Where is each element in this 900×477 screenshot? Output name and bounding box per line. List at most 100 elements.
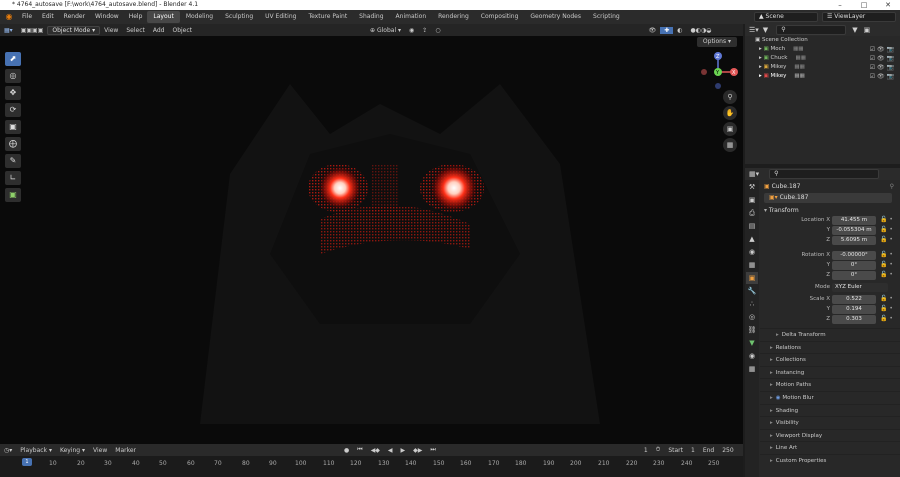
panel-delta-transform[interactable]: ▸ Delta Transform bbox=[760, 328, 900, 341]
material-tab-icon[interactable]: ◉ bbox=[746, 350, 758, 362]
world-tab-icon[interactable]: ◉ bbox=[746, 246, 758, 258]
clock-icon[interactable]: ◷▾ bbox=[0, 447, 16, 454]
menu-playback[interactable]: Playback ▾ bbox=[16, 447, 56, 454]
outliner-editor-icon[interactable]: ☰▾ bbox=[749, 26, 759, 34]
output-tab-icon[interactable]: ⎙ bbox=[746, 207, 758, 219]
outliner-search-input[interactable]: ⚲ bbox=[776, 25, 847, 35]
blender-logo-icon[interactable]: ◉ bbox=[3, 11, 15, 23]
current-frame-field[interactable]: 1 bbox=[640, 447, 652, 454]
menu-marker[interactable]: Marker bbox=[111, 447, 140, 454]
render-tab-icon[interactable]: ▣ bbox=[746, 194, 758, 206]
lock-icon[interactable]: 🔓 • bbox=[880, 226, 893, 233]
cursor-tool-icon[interactable]: ◎ bbox=[5, 69, 21, 83]
record-icon[interactable]: ● bbox=[340, 447, 353, 454]
tab-uv-editing[interactable]: UV Editing bbox=[259, 11, 302, 23]
new-collection-icon[interactable]: ▣ bbox=[864, 26, 871, 34]
lock-icon[interactable]: 🔓 • bbox=[880, 236, 893, 243]
outliner-item[interactable]: ▸ ▣ Chuck ▦▦ ☑ 👁 📷 bbox=[745, 54, 900, 63]
tab-layout[interactable]: Layout bbox=[147, 11, 180, 23]
next-key-icon[interactable]: ◆▶ bbox=[409, 447, 426, 454]
tab-geometry-nodes[interactable]: Geometry Nodes bbox=[524, 11, 587, 23]
tab-shading[interactable]: Shading bbox=[353, 11, 389, 23]
panel-motion-paths[interactable]: ▸ Motion Paths bbox=[760, 378, 900, 391]
panel-shading[interactable]: ▸ Shading bbox=[760, 403, 900, 417]
item-visibility-icons[interactable]: ☑ 👁 📷 bbox=[870, 63, 894, 72]
outliner-item-selected[interactable]: ▸ ▣ Mikey ▦▦ ☑ 👁 📷 bbox=[745, 72, 900, 81]
object-datablock-field[interactable]: ▣▾ Cube.187 bbox=[764, 193, 892, 203]
mode-dropdown[interactable]: Object Mode ▾ bbox=[47, 25, 101, 35]
panel-viewport-display[interactable]: ▸ Viewport Display bbox=[760, 428, 900, 442]
scene-tab-icon[interactable]: ▲ bbox=[746, 233, 758, 245]
scale-z-field[interactable]: 0.303 bbox=[832, 315, 876, 324]
menu-render[interactable]: Render bbox=[59, 10, 90, 24]
particles-tab-icon[interactable]: ∴ bbox=[746, 298, 758, 310]
panel-custom-properties[interactable]: ▸ Custom Properties bbox=[760, 453, 900, 467]
tab-texture-paint[interactable]: Texture Paint bbox=[302, 11, 353, 23]
rotation-y-field[interactable]: 0° bbox=[832, 261, 876, 270]
object-tab-icon[interactable]: ▣ bbox=[746, 272, 758, 284]
editor-type-icon[interactable]: ▦▾ bbox=[0, 27, 17, 34]
scale-tool-icon[interactable]: ▣ bbox=[5, 120, 21, 134]
annotate-tool-icon[interactable]: ✎ bbox=[5, 154, 21, 168]
menu-select[interactable]: Select bbox=[122, 27, 149, 34]
camera-icon[interactable]: ▣ bbox=[723, 122, 737, 136]
tab-animation[interactable]: Animation bbox=[390, 11, 433, 23]
panel-motion-blur[interactable]: ▸ ◉ Motion Blur bbox=[760, 390, 900, 404]
prev-key-icon[interactable]: ◀◆ bbox=[367, 447, 384, 454]
collection-tab-icon[interactable]: ▦ bbox=[746, 259, 758, 271]
lock-icon[interactable]: 🔓 • bbox=[880, 251, 893, 258]
filter-icon[interactable]: ▼ bbox=[763, 26, 768, 34]
end-frame-field[interactable]: 250 bbox=[718, 447, 737, 454]
view-layer-tab-icon[interactable]: ▤ bbox=[746, 220, 758, 232]
gizmo-toggle-icon[interactable]: ✚ bbox=[660, 26, 674, 34]
grid-icon[interactable]: ▦ bbox=[723, 138, 737, 152]
shading-modes-icon[interactable]: ●◐◑◒ bbox=[686, 27, 715, 34]
location-y-field[interactable]: -0.055304 m bbox=[832, 226, 876, 235]
tab-rendering[interactable]: Rendering bbox=[432, 11, 475, 23]
item-visibility-icons[interactable]: ☑ 👁 📷 bbox=[870, 54, 894, 63]
transform-panel-header[interactable]: ▾ Transform bbox=[760, 204, 900, 216]
panel-instancing[interactable]: ▸ Instancing bbox=[760, 365, 900, 379]
outliner-item[interactable]: ▸ ▣ Mikey ▦▦ ☑ 👁 📷 bbox=[745, 63, 900, 72]
item-visibility-icons[interactable]: ☑ 👁 📷 bbox=[870, 45, 894, 54]
measure-tool-icon[interactable]: ∟ bbox=[5, 171, 21, 185]
menu-edit[interactable]: Edit bbox=[37, 10, 59, 24]
move-tool-icon[interactable]: ✥ bbox=[5, 86, 21, 100]
zoom-icon[interactable]: ⚲ bbox=[723, 90, 737, 104]
options-dropdown[interactable]: Options ▾ bbox=[696, 37, 737, 47]
panel-collections[interactable]: ▸ Collections bbox=[760, 353, 900, 366]
funnel-icon[interactable]: ▼ bbox=[852, 26, 857, 34]
panel-relations[interactable]: ▸ Relations bbox=[760, 340, 900, 354]
panel-visibility[interactable]: ▸ Visibility bbox=[760, 416, 900, 429]
tool-tab-icon[interactable]: ⚒ bbox=[746, 181, 758, 193]
data-tab-icon[interactable]: ▼ bbox=[746, 337, 758, 349]
pivot-icon[interactable]: ◉ bbox=[405, 27, 418, 34]
3d-viewport[interactable]: ▦▾ ▣▣▣▣ Object Mode ▾ View Select Add Ob… bbox=[0, 24, 743, 444]
lock-icon[interactable]: 🔓 • bbox=[880, 305, 893, 312]
item-visibility-icons[interactable]: ☑ 👁 📷 bbox=[870, 72, 894, 81]
panel-line-art[interactable]: ▸ Line Art bbox=[760, 441, 900, 454]
menu-window[interactable]: Window bbox=[90, 10, 124, 24]
tab-modeling[interactable]: Modeling bbox=[180, 11, 219, 23]
tab-scripting[interactable]: Scripting bbox=[587, 11, 626, 23]
properties-editor-icon[interactable]: ▦▾ bbox=[749, 170, 759, 178]
location-x-field[interactable]: 41.455 m bbox=[832, 216, 876, 225]
menu-keying[interactable]: Keying ▾ bbox=[56, 447, 89, 454]
menu-timeline-view[interactable]: View bbox=[89, 447, 111, 454]
add-cube-tool-icon[interactable]: ▣ bbox=[5, 188, 21, 202]
select-mode-icons[interactable]: ▣▣▣▣ bbox=[17, 27, 48, 34]
proportional-edit-icon[interactable]: ○ bbox=[431, 27, 444, 34]
tab-compositing[interactable]: Compositing bbox=[475, 11, 525, 23]
snap-icon[interactable]: ⇪ bbox=[418, 27, 431, 34]
texture-tab-icon[interactable]: ▦ bbox=[746, 363, 758, 375]
menu-view[interactable]: View bbox=[100, 27, 122, 34]
transform-orientation-dropdown[interactable]: ⊕ Global ▾ bbox=[366, 27, 405, 34]
tab-sculpting[interactable]: Sculpting bbox=[219, 11, 259, 23]
lock-icon[interactable]: 🔓 • bbox=[880, 261, 893, 268]
scene-selector[interactable]: ▲ Scene bbox=[754, 12, 818, 22]
overlay-toggle-icon[interactable]: ◐ bbox=[673, 27, 686, 34]
close-icon[interactable]: ✕ bbox=[876, 0, 900, 10]
properties-search-input[interactable]: ⚲ bbox=[769, 169, 880, 179]
menu-add[interactable]: Add bbox=[149, 27, 169, 34]
playhead[interactable]: 1 bbox=[22, 458, 32, 466]
